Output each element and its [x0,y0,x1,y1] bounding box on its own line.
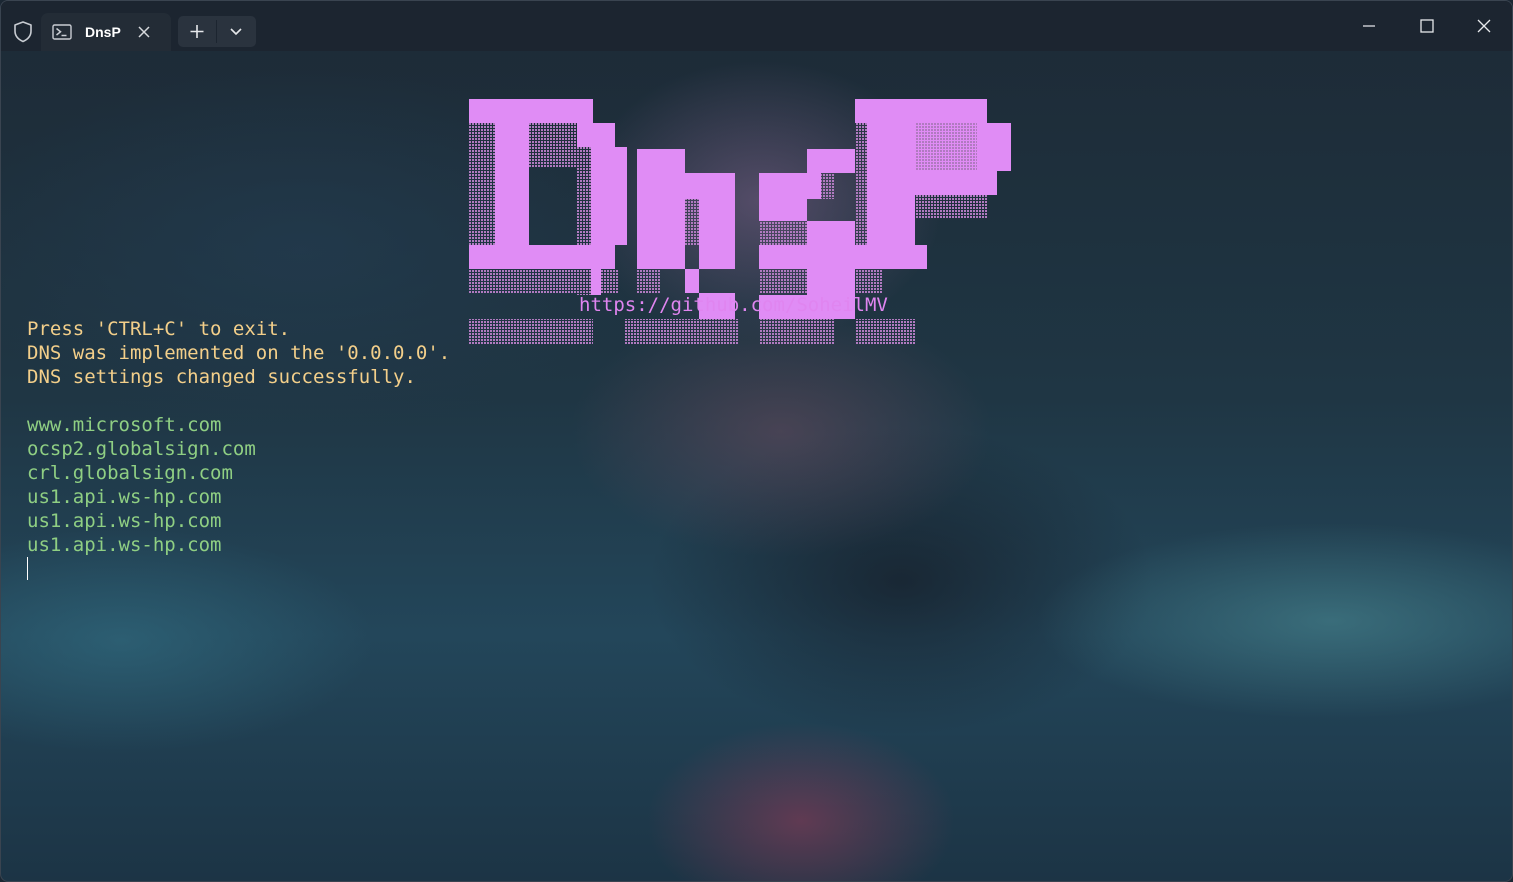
close-icon[interactable] [136,24,152,40]
domain-line: ocsp2.globalsign.com [27,438,256,460]
domain-line: www.microsoft.com [27,414,222,436]
shield-icon [12,20,34,44]
minimize-icon [1363,25,1375,27]
status-line: Press 'CTRL+C' to exit. [27,318,291,340]
tab-title: DnsP [85,24,121,40]
status-line: DNS settings changed successfully. [27,366,416,388]
terminal-content[interactable]: https://github.com/SoheilMV Press 'CTRL+… [1,51,1512,881]
new-tab-button[interactable] [178,16,216,47]
close-icon [1477,19,1491,33]
minimize-button[interactable] [1341,1,1397,51]
domain-line: crl.globalsign.com [27,462,233,484]
title-bar[interactable]: DnsP [1,1,1512,51]
tab-dnsp[interactable]: DnsP [41,13,171,51]
domain-line: us1.api.ws-hp.com [27,534,222,556]
domain-line: us1.api.ws-hp.com [27,510,222,532]
new-tab-group [178,16,256,47]
chevron-down-icon[interactable] [217,16,256,47]
maximize-icon [1420,19,1434,33]
close-window-button[interactable] [1456,1,1512,51]
maximize-button[interactable] [1399,1,1455,51]
github-url[interactable]: https://github.com/SoheilMV [579,293,888,317]
powershell-icon [52,23,72,41]
terminal-window: DnsP https://github.com/SoheilMV Press '… [0,0,1513,882]
status-line: DNS was implemented on the '0.0.0.0'. [27,342,451,364]
domain-line: us1.api.ws-hp.com [27,486,222,508]
text-cursor [27,557,28,580]
